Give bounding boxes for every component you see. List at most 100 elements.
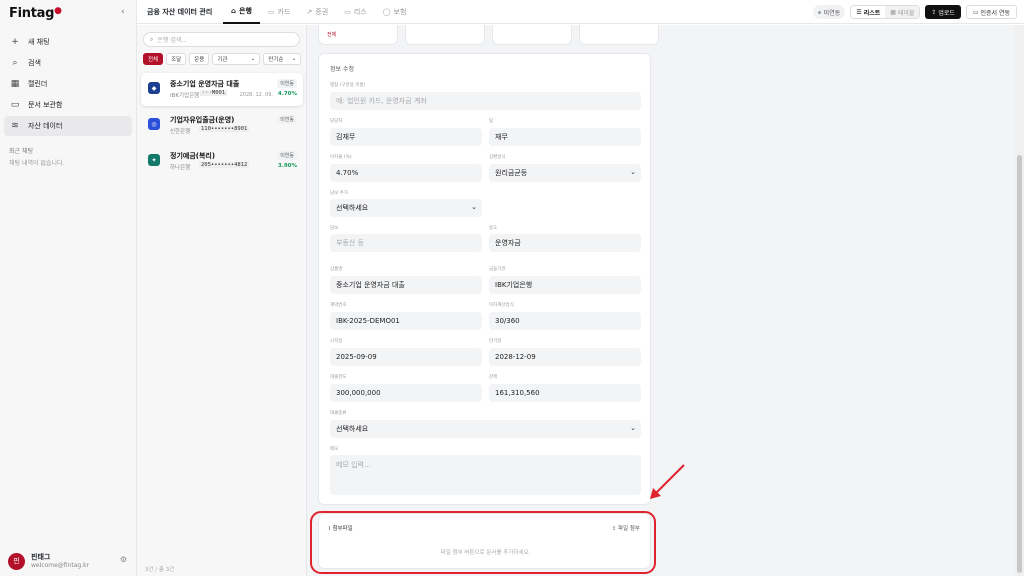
- lease-icon: ▭: [344, 8, 351, 16]
- scrollbar[interactable]: [1015, 25, 1024, 576]
- sidebar-item-label: 자산 데이터: [28, 122, 63, 130]
- filter-all[interactable]: 전체: [143, 53, 164, 65]
- list-count: 3건 / 총 3건: [145, 567, 175, 573]
- sort-select[interactable]: 만기순 ⌄: [263, 53, 302, 65]
- summary-card[interactable]: [492, 25, 572, 45]
- alias-field[interactable]: 예: 법인원 카드, 운영자금 계좌: [330, 92, 641, 110]
- sidebar-item-calendar[interactable]: ▦ 캘린더: [4, 74, 132, 94]
- user-name: 핀태그: [31, 552, 51, 561]
- edit-form: 정보 수정 별칭 (구분용 이름) 예: 법인원 카드, 운영자금 계좌 담당자…: [318, 53, 651, 505]
- list-item[interactable]: ✦ 정기예금(복리) 하나은행 205•••••••4812 미연동 3.90%: [141, 145, 303, 178]
- item-account: 110•••••••8901: [199, 126, 250, 132]
- upload-icon: ⇪: [931, 8, 939, 16]
- tab-label: 카드: [277, 8, 291, 16]
- sidebar-item-search[interactable]: ⌕ 검색: [4, 53, 132, 73]
- limit-field[interactable]: 300,000,000: [330, 384, 482, 402]
- product-field[interactable]: 중소기업 운영자금 대출: [330, 276, 482, 294]
- list-view-label: 리스트: [863, 9, 881, 17]
- bank-logo-icon: ◎: [148, 118, 160, 130]
- list-item[interactable]: ◎ 기업자유입출금(운영) 신한은행 110•••••••8901 미연동: [141, 109, 303, 142]
- top-bar-actions: 미연동 ☰ 리스트 ▦ 테이블 ⇪ 업로드 ▭ 인증서 연동: [812, 5, 1017, 19]
- manager-field[interactable]: 김재무: [330, 128, 482, 146]
- cert-link-button[interactable]: ▭ 인증서 연동: [965, 5, 1017, 19]
- summary-card[interactable]: [579, 25, 659, 45]
- memo-field[interactable]: 메모 입력...: [330, 455, 641, 495]
- avatar: 핀: [8, 552, 25, 570]
- tab-lease[interactable]: ▭ 리스: [336, 0, 375, 24]
- logo[interactable]: Fintag●: [9, 6, 62, 21]
- attachments-title-label: 첨부파일: [332, 526, 353, 532]
- list-item[interactable]: ◆ 중소기업 운영자금 대출 IBK기업은행 ···M001 미연동 2028.…: [141, 73, 303, 106]
- user-email: welcome@fintag.kr: [31, 561, 90, 569]
- team-field[interactable]: 재무: [489, 128, 641, 146]
- balance-field[interactable]: 161,310,560: [489, 384, 641, 402]
- list-icon: ☰: [856, 8, 864, 16]
- loan-type-label: 대출종류: [330, 411, 347, 416]
- status-badge: 미연동: [277, 115, 297, 124]
- tab-label: 리스: [353, 8, 367, 16]
- start-date-field[interactable]: 2025-09-09: [330, 348, 482, 366]
- calendar-icon: ▦: [10, 79, 20, 89]
- upload-button[interactable]: ⇪ 업로드: [925, 5, 961, 19]
- sidebar-item-label: 검색: [28, 59, 41, 67]
- status-label: 미연동: [823, 9, 841, 17]
- loan-type-select[interactable]: 선택하세요 ⌄: [330, 420, 641, 438]
- summary-card[interactable]: 전체: [318, 25, 398, 45]
- summary-card[interactable]: [405, 25, 485, 45]
- purpose-field[interactable]: 운영자금: [489, 234, 641, 252]
- repay-select-value: 원리금균등: [495, 169, 528, 177]
- recent-chats-empty: 채팅 내역이 없습니다.: [9, 160, 65, 167]
- limit-label: 대출한도: [330, 375, 347, 380]
- tab-label: 증권: [315, 8, 329, 16]
- tab-bank[interactable]: ⌂ 은행: [223, 0, 260, 24]
- chevron-left-icon[interactable]: ‹: [121, 7, 125, 17]
- recent-chats-title: 최근 채팅: [9, 148, 33, 155]
- account-field[interactable]: IBK-2025-DEMO01: [330, 312, 482, 330]
- collateral-select[interactable]: 선택하세요 ⌄: [330, 199, 482, 217]
- sidebar-item-documents[interactable]: ▭ 문서 보관함: [4, 95, 132, 115]
- item-bank: IBK기업은행: [170, 93, 200, 99]
- maturity-date-field[interactable]: 2028-12-09: [489, 348, 641, 366]
- rate-field[interactable]: 4.70%: [330, 164, 482, 182]
- bank-icon: ⌂: [231, 7, 237, 15]
- status-dot-icon: [817, 10, 821, 14]
- filter-bar: 전체 조달 운용 기관 ⌄ 만기순 ⌄: [143, 53, 302, 65]
- search-input[interactable]: ⌕ 은행 검색...: [143, 32, 300, 47]
- daycount-field[interactable]: 30/360: [489, 312, 641, 330]
- table-view-label: 테이블: [897, 9, 915, 17]
- tab-card[interactable]: ▭ 카드: [260, 0, 299, 24]
- repay-select[interactable]: 원리금균등 ⌄: [489, 164, 641, 182]
- attach-file-button[interactable]: ⇪ 파일 첨부: [612, 524, 640, 532]
- tab-securities[interactable]: ↗ 증권: [298, 0, 336, 24]
- alias-label: 별칭 (구분용 이름): [330, 83, 366, 88]
- institution-select[interactable]: 기관 ⌄: [212, 53, 261, 65]
- list-view-button[interactable]: ☰ 리스트: [851, 6, 886, 18]
- filter-funding[interactable]: 조달: [166, 53, 187, 65]
- asset-tabs: ⌂ 은행 ▭ 카드 ↗ 증권 ▭ 리스 ◯ 보험: [223, 0, 414, 24]
- sidebar-item-label: 캘린더: [28, 80, 48, 88]
- gear-icon[interactable]: ⚙: [120, 555, 127, 564]
- scrollbar-thumb[interactable]: [1017, 155, 1022, 573]
- start-date-label: 시작일: [330, 339, 343, 344]
- user-profile[interactable]: 핀 핀태그 welcome@fintag.kr ⚙: [0, 546, 136, 576]
- filter-operation[interactable]: 운용: [189, 53, 210, 65]
- item-name: 기업자유입출금(운영): [170, 116, 235, 124]
- database-icon: ≋: [11, 121, 19, 131]
- table-view-button[interactable]: ▦ 테이블: [885, 6, 920, 18]
- form-title: 정보 수정: [330, 66, 354, 73]
- tab-insurance[interactable]: ◯ 보험: [375, 0, 415, 24]
- sidebar-item-asset-data[interactable]: ≋ 자산 데이터: [4, 116, 132, 136]
- shield-icon: ◯: [382, 8, 391, 16]
- security-label: 담보: [330, 226, 339, 231]
- tab-label: 은행: [239, 7, 252, 15]
- tab-label: 보험: [393, 8, 407, 16]
- sidebar-item-new-chat[interactable]: + 새 채팅: [4, 32, 132, 52]
- cert-label: 인증서 연동: [980, 9, 1010, 17]
- repay-label: 상환방식: [489, 155, 506, 160]
- institution-field[interactable]: IBK기업은행: [489, 276, 641, 294]
- attachments-title: ⌇ 첨부파일: [328, 524, 353, 532]
- security-field[interactable]: 부동산 등: [330, 234, 482, 252]
- status-badge: 미연동: [277, 79, 297, 88]
- sort-select-label: 만기순: [268, 57, 284, 63]
- team-label: 팀: [489, 119, 494, 124]
